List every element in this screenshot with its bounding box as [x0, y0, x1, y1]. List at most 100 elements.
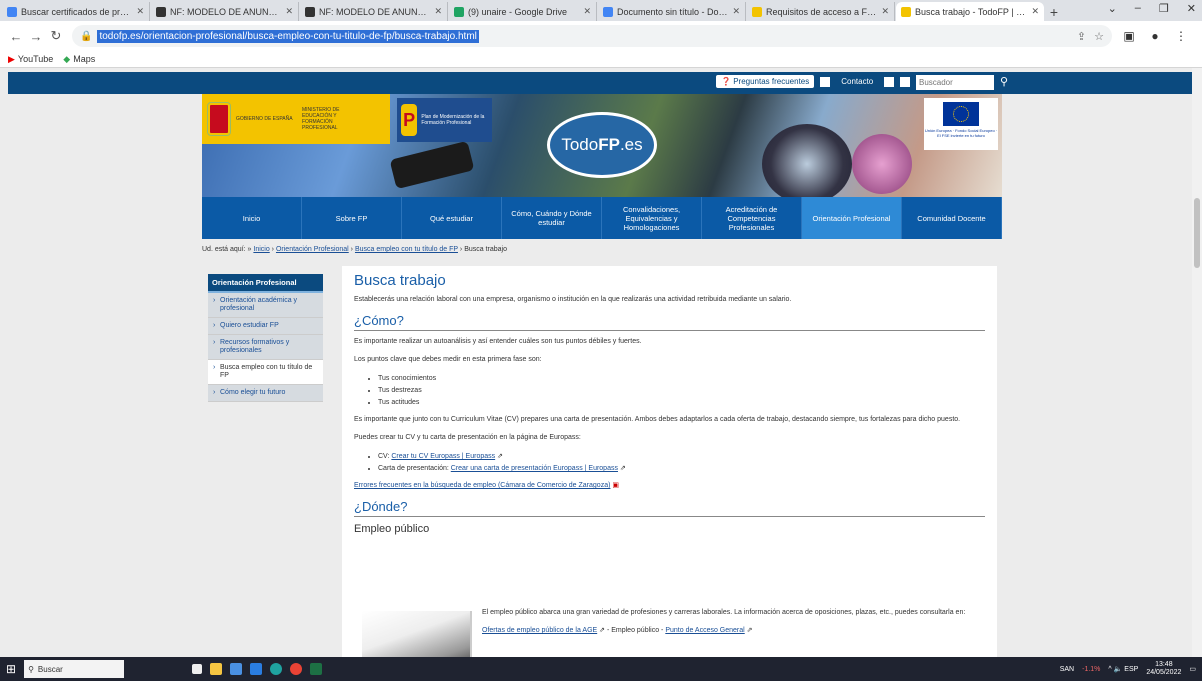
breadcrumb-item-busca-empleo[interactable]: Busca empleo con tu título de FP	[355, 246, 458, 253]
bookmark-youtube[interactable]: ▶ YouTube	[8, 54, 53, 65]
new-tab-button[interactable]: +	[1045, 2, 1063, 21]
fp-plan-logo[interactable]: P Plan de Modernización de la Formación …	[397, 98, 492, 142]
stock-change: -1.1%	[1082, 665, 1101, 673]
list-item: CV: Crear tu CV Europass | Europass ⇗	[378, 451, 985, 463]
menu-item[interactable]: Sobre FP	[302, 197, 402, 239]
notifications-icon[interactable]: ▭	[1189, 665, 1196, 673]
como-paragraph-1: Es importante realizar un autoanálisis y…	[354, 338, 642, 345]
pag-link[interactable]: Punto de Acceso General	[665, 627, 744, 634]
window-controls: ⌄ – ❐ ✕	[1108, 2, 1196, 15]
eu-flag-icon	[943, 102, 979, 126]
edge-icon[interactable]	[270, 663, 283, 675]
todofp-logo[interactable]: Todo FP .es	[547, 112, 657, 178]
menu-item[interactable]: Comunidad Docente	[902, 197, 1002, 239]
close-icon[interactable]: ✕	[285, 6, 293, 17]
windows-start-icon[interactable]: ⊞	[6, 662, 16, 676]
menu-kebab-icon[interactable]: ⋮	[1172, 29, 1190, 43]
forward-icon[interactable]: →	[26, 29, 46, 44]
menu-item[interactable]: Orientación Profesional	[802, 197, 902, 239]
close-icon[interactable]: ✕	[881, 6, 889, 17]
site-top-band: ❓ Preguntas frecuentes Contacto ⚲	[8, 72, 1194, 94]
close-icon[interactable]: ✕	[136, 6, 144, 17]
browser-tab[interactable]: NF: MODELO DE ANUNCIO II ✕	[300, 2, 448, 21]
site-search-input[interactable]	[916, 75, 994, 90]
url-text[interactable]: todofp.es/orientacion-profesional/busca-…	[97, 29, 479, 43]
tab-favicon-icon	[454, 6, 464, 17]
excel-icon[interactable]	[310, 663, 323, 675]
address-bar-row: ← → ↻ 🔒 todofp.es/orientacion-profesiona…	[0, 21, 1202, 51]
external-link-icon: ⇗	[619, 465, 626, 472]
scrollbar-thumb[interactable]	[1194, 198, 1200, 268]
menu-item[interactable]: Convalidaciones, Equivalencias y Homolog…	[602, 197, 702, 239]
lock-icon: 🔒	[80, 30, 93, 42]
empleo-publico-image	[362, 611, 472, 657]
sidebar-item[interactable]: Cómo elegir tu futuro	[208, 385, 323, 402]
menu-item[interactable]: Cómo, Cuándo y Dónde estudiar	[502, 197, 602, 239]
browser-tab[interactable]: Busca trabajo - TodoFP | Minist ✕	[896, 2, 1044, 21]
browser-tab[interactable]: (9) unaire - Google Drive ✕	[449, 2, 597, 21]
close-icon[interactable]: ✕	[583, 6, 591, 17]
europass-cv-link[interactable]: Crear tu CV Europass | Europass	[391, 453, 495, 460]
page-scrollbar[interactable]	[1192, 68, 1202, 657]
sidebar-item[interactable]: Busca empleo con tu título de FP	[208, 360, 323, 385]
government-logo[interactable]: GOBIERNO DE ESPAÑA MINISTERIO DE EDUCACI…	[202, 94, 390, 144]
page-title: Busca trabajo	[354, 272, 446, 289]
tray-icons[interactable]: ^ 🔈 ESP	[1108, 665, 1138, 673]
breadcrumb-item-orientacion[interactable]: Orientación Profesional	[276, 246, 349, 253]
menu-item[interactable]: Acreditación de Competencias Profesional…	[702, 197, 802, 239]
subheading-empleo-publico: Empleo público	[354, 523, 430, 535]
contact-link[interactable]: Contacto	[836, 75, 878, 88]
clock[interactable]: 13:48 24/05/2022	[1146, 661, 1181, 677]
search-icon[interactable]: ⚲	[1000, 75, 1008, 88]
file-explorer-icon[interactable]	[210, 663, 223, 675]
sidebar-item[interactable]: Orientación académica y profesional	[208, 293, 323, 318]
sidebar-item[interactable]: Recursos formativos y profesionales	[208, 335, 323, 360]
store-icon[interactable]	[230, 663, 243, 675]
close-icon[interactable]: ✕	[434, 6, 442, 17]
age-offers-link[interactable]: Ofertas de empleo público de la AGE	[482, 627, 597, 634]
stock-ticker[interactable]: SAN	[1060, 666, 1074, 673]
tab-favicon-icon	[901, 6, 911, 17]
menu-item[interactable]: Inicio	[202, 197, 302, 239]
profile-avatar[interactable]: ●	[1146, 29, 1164, 43]
browser-tab[interactable]: Buscar certificados de profesi ✕	[2, 2, 150, 21]
mail-icon[interactable]	[250, 663, 263, 675]
fp-plan-icon: P	[401, 104, 418, 136]
list-item: Tus actitudes	[378, 397, 985, 409]
close-icon[interactable]: ✕	[1187, 2, 1196, 15]
minimize-icon[interactable]: –	[1135, 2, 1141, 15]
reload-icon[interactable]: ↻	[46, 28, 66, 44]
tab-favicon-icon	[156, 6, 166, 17]
bookmark-star-icon[interactable]: ☆	[1094, 30, 1104, 43]
europass-letter-link[interactable]: Crear una carta de presentación Europass…	[451, 465, 618, 472]
extensions-icon[interactable]: ▣	[1120, 29, 1138, 43]
maximize-icon[interactable]: ❐	[1159, 2, 1169, 15]
browser-tab[interactable]: Requisitos de acceso a FP - TodoFP ✕	[747, 2, 895, 21]
empleo-publico-text: El empleo público abarca una gran varied…	[482, 609, 966, 634]
chrome-icon[interactable]	[290, 663, 303, 675]
faq-link[interactable]: ❓ Preguntas frecuentes	[716, 75, 815, 88]
browser-tab[interactable]: Documento sin título - Docum ✕	[598, 2, 746, 21]
sidebar-item[interactable]: Quiero estudiar FP	[208, 318, 323, 335]
intro-text: Establecerás una relación laboral con un…	[354, 296, 792, 303]
como-paragraph-2: Los puntos clave que debes medir en esta…	[354, 356, 542, 363]
browser-tab[interactable]: NF: MODELO DE ANUNCIO II ✕	[151, 2, 299, 21]
close-icon[interactable]: ✕	[732, 6, 740, 17]
sidebar-title[interactable]: Orientación Profesional	[208, 274, 323, 293]
tab-search-icon[interactable]: ⌄	[1108, 2, 1117, 15]
share-icon[interactable]: ⇪	[1077, 30, 1086, 43]
url-bar[interactable]: 🔒 todofp.es/orientacion-profesional/busc…	[72, 25, 1112, 47]
system-tray: SAN -1.1% ^ 🔈 ESP 13:48 24/05/2022 ▭	[1060, 661, 1202, 677]
taskbar-search[interactable]: ⚲ Buscar	[24, 660, 125, 678]
task-view-icon[interactable]	[192, 664, 203, 674]
close-icon[interactable]: ✕	[1031, 6, 1039, 17]
sitemap-icon[interactable]	[900, 76, 911, 87]
menu-item[interactable]: Qué estudiar	[402, 197, 502, 239]
breadcrumb-item-inicio[interactable]: Inicio	[253, 246, 269, 253]
accessibility-icon[interactable]	[884, 76, 895, 87]
europass-links: CV: Crear tu CV Europass | Europass ⇗ Ca…	[378, 451, 985, 475]
errores-pdf-link[interactable]: Errores frecuentes en la búsqueda de emp…	[354, 482, 610, 489]
back-icon[interactable]: ←	[6, 29, 26, 44]
pdf-icon: ▣	[612, 482, 619, 489]
bookmark-maps[interactable]: ◆ Maps	[63, 54, 95, 65]
